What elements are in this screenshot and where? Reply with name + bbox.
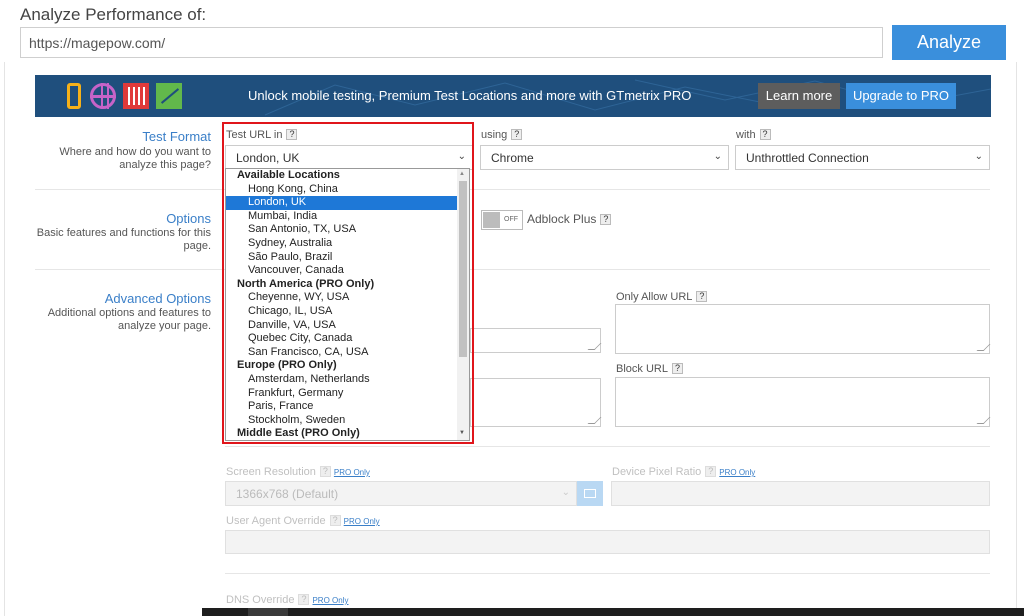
pro-only-link[interactable]: PRO Only [719,468,755,477]
divider [225,446,990,447]
toggle-knob [483,212,500,228]
help-icon: ? [319,466,331,477]
chart-icon [156,83,182,109]
page-title: Analyze Performance of: [20,5,207,24]
user-agent-input [225,530,990,554]
divider [225,573,990,574]
learn-more-button[interactable]: Learn more [758,83,840,109]
help-icon[interactable]: ? [511,129,523,140]
url-input[interactable]: https://magepow.com/ [20,27,883,58]
pro-banner: Unlock mobile testing, Premium Test Loca… [35,75,991,117]
pixel-ratio-input [611,481,990,506]
analyze-button[interactable]: Analyze [892,25,1006,60]
advanced-desc-1: Additional options and features to [47,307,211,319]
globe-icon [90,83,116,109]
help-icon: ? [705,466,717,477]
upgrade-button[interactable]: Upgrade to PRO [846,83,956,109]
pro-only-link[interactable]: PRO Only [334,468,370,477]
pro-only-link[interactable]: PRO Only [312,596,348,605]
pro-only-link[interactable]: PRO Only [344,517,380,526]
screen-resolution-label: Screen Resolution? PRO Only [226,466,370,478]
help-icon: ? [329,515,341,526]
chevron-down-icon: ⌄ [713,151,722,162]
options-desc-1: Basic features and functions for this [36,227,211,239]
page-border-right [1016,62,1017,616]
chevron-down-icon: ⌄ [974,151,983,162]
advanced-input-1[interactable] [470,328,601,353]
orientation-button [577,481,603,506]
browser-select[interactable]: Chrome ⌄ [480,145,729,170]
test-format-desc-1: Where and how do you want to [59,146,211,158]
mobile-icon [67,83,81,109]
dns-override-label: DNS Override? PRO Only [226,594,349,606]
advanced-textarea-1[interactable] [470,378,601,427]
adblock-label: Adblock Plus? [527,212,612,226]
user-agent-label: User Agent Override? PRO Only [226,515,380,527]
chevron-down-icon: ⌄ [561,487,570,498]
only-allow-url-label: Only Allow URL? [616,291,708,303]
pixel-ratio-label: Device Pixel Ratio? PRO Only [612,466,756,478]
connection-label: with? [736,129,771,141]
only-allow-url-textarea[interactable] [615,304,990,354]
settings-bars-icon [123,83,149,109]
banner-message: Unlock mobile testing, Premium Test Loca… [248,88,692,103]
block-url-textarea[interactable] [615,377,990,427]
help-icon[interactable]: ? [671,363,683,374]
options-title: Options [166,211,211,226]
adblock-toggle[interactable]: OFF [481,210,523,230]
help-icon[interactable]: ? [600,214,612,225]
advanced-desc-2: analyze your page. [118,320,211,332]
block-url-label: Block URL? [616,363,683,375]
divider [35,269,990,270]
taskbar [202,608,1024,616]
help-icon: ? [298,594,310,605]
options-desc-2: page. [183,240,211,252]
test-format-title: Test Format [142,129,211,144]
screen-resolution-select: 1366x768 (Default) ⌄ [225,481,577,506]
browser-label: using? [481,129,523,141]
divider [35,189,990,190]
taskbar-item[interactable] [248,608,288,616]
toggle-state: OFF [504,216,518,223]
test-format-desc-2: analyze this page? [119,159,211,171]
help-icon[interactable]: ? [696,291,708,302]
advanced-title: Advanced Options [104,291,211,306]
help-icon[interactable]: ? [759,129,771,140]
connection-select[interactable]: Unthrottled Connection ⌄ [735,145,990,170]
page-border-left [4,62,5,616]
highlight-box [222,122,474,444]
